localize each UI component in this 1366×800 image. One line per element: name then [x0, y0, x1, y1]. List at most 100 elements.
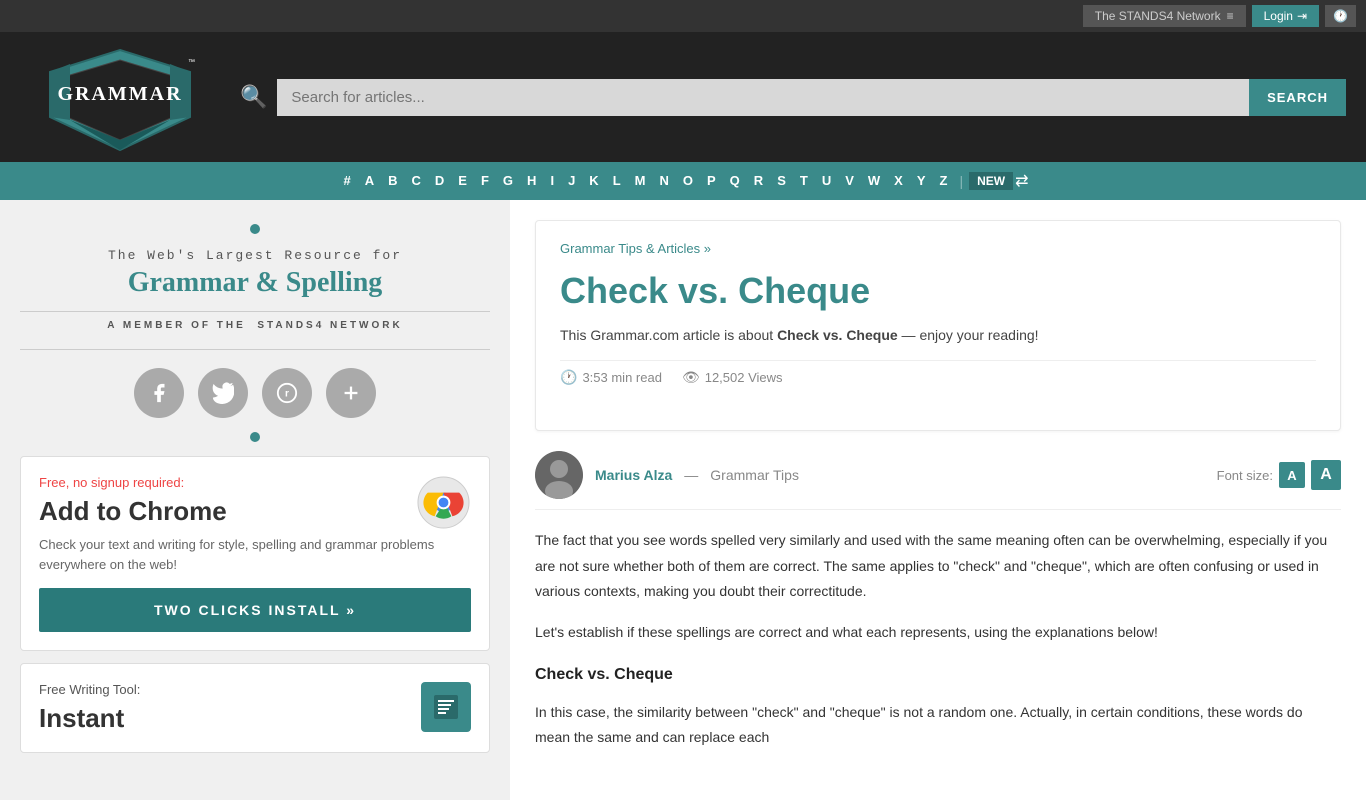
member-prefix: A MEMBER OF THE: [107, 320, 246, 331]
article-intro: This Grammar.com article is about Check …: [560, 324, 1316, 346]
article-title: Check vs. Cheque: [560, 270, 1316, 312]
new-badge[interactable]: NEW: [969, 172, 1013, 190]
twitter-icon[interactable]: [198, 368, 248, 418]
search-icon: 🔍: [240, 84, 267, 110]
alpha-q[interactable]: Q: [724, 162, 746, 200]
views: 👁 12,502 Views: [682, 369, 783, 386]
alpha-g[interactable]: G: [497, 162, 519, 200]
font-large-button[interactable]: A: [1311, 460, 1341, 490]
free-tag-text: Free, no signup required:: [39, 475, 184, 490]
chrome-free-tag: Free, no signup required:: [39, 475, 471, 490]
alpha-p[interactable]: P: [701, 162, 722, 200]
alpha-e[interactable]: E: [452, 162, 473, 200]
bottom-dot-divider: [20, 432, 490, 442]
alpha-r[interactable]: R: [748, 162, 769, 200]
font-size-label: Font size:: [1217, 468, 1273, 483]
body-heading: Check vs. Cheque: [535, 661, 1341, 690]
alpha-x[interactable]: X: [888, 162, 909, 200]
alpha-u[interactable]: U: [816, 162, 837, 200]
sidebar-member: A MEMBER OF THE STANDS4 NETWORK: [107, 320, 402, 331]
article-body: The fact that you see words spelled very…: [535, 528, 1341, 750]
alpha-f[interactable]: F: [475, 162, 495, 200]
logo-shield: GRAMMAR ™: [40, 42, 200, 152]
alpha-divider: |: [959, 173, 963, 189]
instant-tool-box: Free Writing Tool: Instant: [20, 663, 490, 753]
breadcrumb: Grammar Tips & Articles »: [560, 241, 1316, 256]
sidebar-title: Grammar & Spelling: [128, 267, 383, 299]
chrome-extension-box: Free, no signup required: Add to Chrome …: [20, 456, 490, 651]
alpha-m[interactable]: M: [629, 162, 652, 200]
alpha-t[interactable]: T: [794, 162, 814, 200]
body-paragraph-1: The fact that you see words spelled very…: [535, 528, 1341, 604]
search-input[interactable]: [277, 79, 1249, 116]
alpha-s[interactable]: S: [771, 162, 792, 200]
author-separator: —: [684, 467, 698, 483]
author-avatar: [535, 451, 583, 499]
facebook-icon[interactable]: [134, 368, 184, 418]
alpha-b[interactable]: B: [382, 162, 403, 200]
alpha-y[interactable]: Y: [911, 162, 932, 200]
sidebar-divider-1: [20, 311, 490, 312]
clock-icon: 🕐: [560, 369, 577, 386]
alpha-d[interactable]: D: [429, 162, 450, 200]
network-label: The STANDS4 Network: [1095, 9, 1221, 23]
intro-suffix: — enjoy your reading!: [898, 327, 1039, 343]
free-tool-tag: Free Writing Tool:: [39, 682, 471, 697]
alpha-k[interactable]: K: [583, 162, 604, 200]
alpha-a[interactable]: A: [359, 162, 380, 200]
eye-icon: 👁: [682, 369, 700, 386]
menu-icon: ≡: [1227, 9, 1234, 23]
member-name: STANDS4 NETWORK: [257, 320, 402, 331]
read-time: 🕐 3:53 min read: [560, 369, 662, 386]
install-button[interactable]: TWO CLICKS INSTALL »: [39, 588, 471, 632]
chrome-desc: Check your text and writing for style, s…: [39, 535, 471, 574]
article-card: Grammar Tips & Articles » Check vs. Cheq…: [535, 220, 1341, 431]
author-name[interactable]: Marius Alza: [595, 467, 672, 483]
plus-icon[interactable]: [326, 368, 376, 418]
views-value: 12,502 Views: [705, 370, 783, 385]
social-icons: r: [134, 368, 376, 418]
svg-text:r: r: [285, 389, 289, 400]
alpha-w[interactable]: W: [862, 162, 886, 200]
alpha-z[interactable]: Z: [934, 162, 954, 200]
network-menu[interactable]: The STANDS4 Network ≡: [1083, 5, 1246, 27]
alpha-n[interactable]: N: [653, 162, 674, 200]
chrome-logo-svg: [416, 475, 471, 530]
sidebar-tagline: The Web's Largest Resource for: [108, 248, 402, 263]
breadcrumb-link[interactable]: Grammar Tips & Articles »: [560, 241, 711, 256]
font-small-button[interactable]: A: [1279, 462, 1305, 488]
read-time-value: 3:53 min read: [582, 370, 662, 385]
main-layout: The Web's Largest Resource for Grammar &…: [0, 200, 1366, 800]
author-category: Grammar Tips: [710, 467, 799, 483]
body-paragraph-2: Let's establish if these spellings are c…: [535, 620, 1341, 645]
search-area: 🔍 SEARCH: [240, 79, 1346, 116]
free-tool-text: Free Writing Tool:: [39, 682, 140, 697]
search-button[interactable]: SEARCH: [1249, 79, 1346, 116]
alpha-c[interactable]: C: [406, 162, 427, 200]
top-bar: The STANDS4 Network ≡ Login ⇥ 🕐: [0, 0, 1366, 32]
chrome-icon: [416, 475, 471, 530]
svg-text:™: ™: [188, 59, 195, 66]
alpha-i[interactable]: I: [544, 162, 560, 200]
login-label: Login: [1264, 9, 1293, 23]
shuffle-icon[interactable]: ⇄: [1015, 171, 1028, 191]
article-meta: 🕐 3:53 min read 👁 12,502 Views: [560, 360, 1316, 394]
instant-heading: Instant: [39, 703, 471, 734]
site-header: GRAMMAR ™ 🔍 SEARCH: [0, 32, 1366, 162]
author-section: Marius Alza — Grammar Tips Font size: A …: [535, 451, 1341, 510]
grammar-logo-svg: GRAMMAR ™: [40, 42, 200, 157]
alpha-j[interactable]: J: [562, 162, 581, 200]
intro-text: This Grammar.com article is about: [560, 327, 777, 343]
login-button[interactable]: Login ⇥: [1252, 5, 1319, 27]
alpha-hash[interactable]: #: [338, 162, 357, 200]
login-icon: ⇥: [1297, 9, 1307, 23]
alpha-o[interactable]: O: [677, 162, 699, 200]
search-bar: SEARCH: [277, 79, 1346, 116]
alpha-l[interactable]: L: [607, 162, 627, 200]
alphabet-nav: # A B C D E F G H I J K L M N O P Q R S …: [0, 162, 1366, 200]
alpha-v[interactable]: V: [839, 162, 860, 200]
reddit-icon[interactable]: r: [262, 368, 312, 418]
history-button[interactable]: 🕐: [1325, 5, 1356, 27]
alpha-h[interactable]: H: [521, 162, 542, 200]
logo-area: GRAMMAR ™: [20, 42, 220, 152]
